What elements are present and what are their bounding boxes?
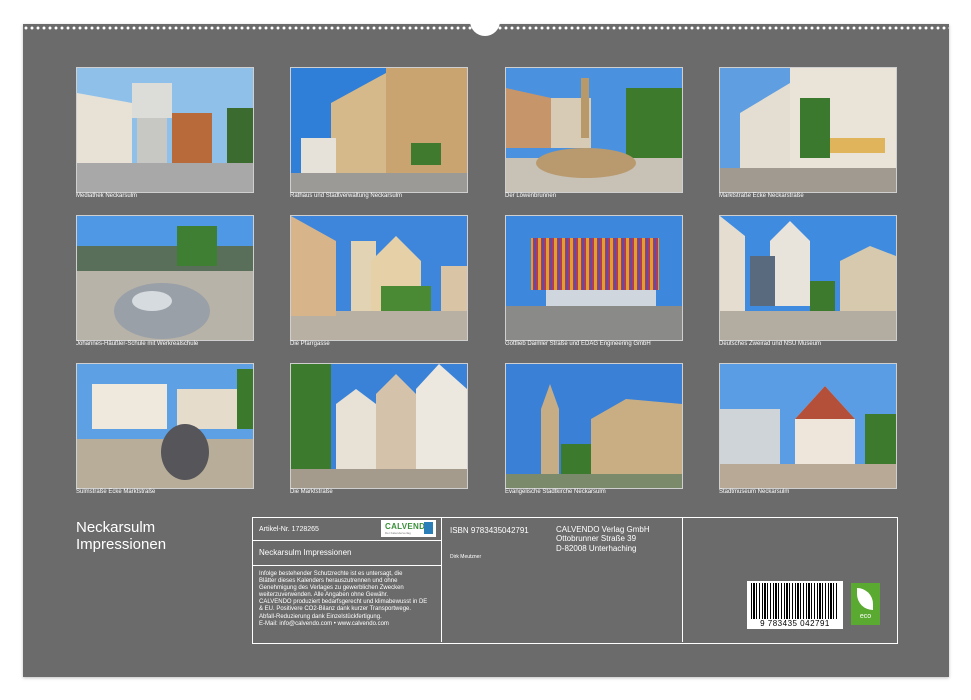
barcode-bars [751, 583, 839, 619]
title-line-2: Impressionen [76, 536, 167, 553]
photo-stadtmuseum [719, 363, 897, 489]
photo-caption: Mediathek Neckarsulm [76, 193, 138, 199]
photo-caption: Rathaus und Stadtverwaltung Neckarsulm [290, 193, 403, 199]
info-box-separator [252, 540, 441, 541]
photo-caption: Evangelische Stadtkirche Neckarsulm [505, 489, 606, 495]
logo-mark-icon [424, 522, 433, 534]
photo-caption: Der Löwenbrunnen [505, 193, 557, 199]
photo-caption: Gottlieb Daimler Straße und EDAG Enginee… [505, 341, 651, 347]
photo-pfarrgasse [290, 215, 468, 341]
photo-stadtkirche [505, 363, 683, 489]
photo-zweirad-nsu-museum [719, 215, 897, 341]
photo-caption: Die Marktstraße [290, 489, 333, 495]
publisher-address: CALVENDO Verlag GmbH Ottobrunner Straße … [556, 525, 650, 553]
info-box-divider [682, 517, 683, 642]
calvendo-logo: CALVENDO Der Kalenderverlag [381, 520, 436, 537]
photo-die-marktstrasse [290, 363, 468, 489]
photo-caption: Marktstraße Ecke Neckarstraße [719, 193, 804, 199]
barcode-number: 9 783435 042791 [760, 619, 830, 628]
leaf-icon [857, 588, 873, 610]
photo-rathaus [290, 67, 468, 193]
photo-caption: Sulmstraße Ecke Marktstraße [76, 489, 156, 495]
author: Dirk Meutzner [450, 554, 482, 560]
photo-loewenbrunnen [505, 67, 683, 193]
barcode: 9 783435 042791 [747, 581, 843, 629]
isbn: ISBN 9783435042791 [450, 526, 529, 535]
photo-caption: Stadtmuseum Neckarsulm [719, 489, 790, 495]
photo-johannes-haeussler-schule [76, 215, 254, 341]
photo-caption: Deutsches Zweirad und NSU Museum [719, 341, 822, 347]
eco-badge: eco [851, 583, 880, 625]
photo-caption: Die Pfarrgasse [290, 341, 330, 347]
calendar-title: Neckarsulm Impressionen [76, 519, 166, 553]
eco-label: eco [859, 613, 872, 620]
photo-gottlieb-daimler-strasse [505, 215, 683, 341]
photo-marktstrasse-neckarstrasse [719, 67, 897, 193]
legal-text: Infolge bestehender Schutzrechte ist es … [259, 571, 428, 627]
photo-caption: Johannes-Häußler-Schule mit Werkrealschu… [76, 341, 199, 347]
article-number: Artikel-Nr. 1728265 [259, 526, 319, 533]
photo-sulmstrasse-marktstrasse [76, 363, 254, 489]
photo-mediathek [76, 67, 254, 193]
calendar-subtitle: Neckarsulm Impressionen [259, 548, 352, 557]
title-line-1: Neckarsulm [76, 519, 156, 536]
